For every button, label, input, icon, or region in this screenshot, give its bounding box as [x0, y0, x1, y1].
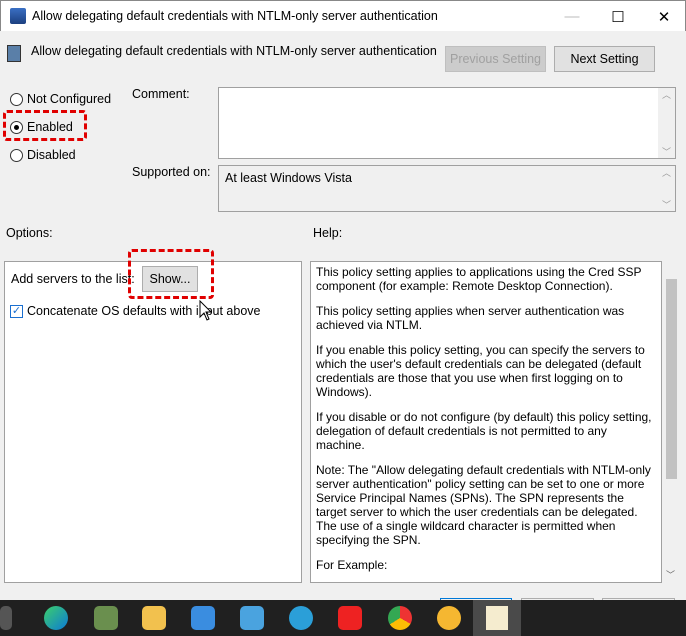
app-icon [10, 8, 26, 24]
window-title: Allow delegating default credentials wit… [32, 9, 438, 23]
file-explorer-icon[interactable] [142, 606, 166, 630]
previous-setting-button[interactable]: Previous Setting [445, 46, 546, 72]
help-text: This policy setting applies to applicati… [310, 261, 662, 583]
supported-on-label: Supported on: [132, 165, 211, 179]
scrollbar-thumb[interactable] [666, 279, 677, 479]
store-icon[interactable] [191, 606, 215, 630]
next-setting-button[interactable]: Next Setting [554, 46, 655, 72]
radio-not-configured[interactable]: Not Configured [10, 92, 111, 106]
highlight-show-button [128, 249, 214, 299]
app2-icon[interactable] [289, 606, 313, 630]
notepad-icon [486, 606, 508, 630]
edge-icon[interactable] [44, 606, 68, 630]
radio-icon [10, 92, 23, 106]
setting-name: Allow delegating default credentials wit… [31, 44, 437, 58]
minimize-button[interactable]: — [549, 1, 595, 32]
help-paragraph: For Example: [316, 558, 388, 572]
close-button[interactable]: ✕ [641, 1, 686, 32]
help-scrollbar[interactable]: ﹀ [663, 261, 680, 583]
app3-icon[interactable] [437, 606, 461, 630]
radio-label: Disabled [27, 148, 76, 162]
scrollbar[interactable]: ︿ ﹀ [658, 166, 675, 211]
notepad-taskbar-button[interactable] [473, 600, 521, 636]
highlight-enabled [3, 110, 87, 141]
help-paragraph: This policy setting applies to applicati… [316, 265, 642, 293]
task-view-icon[interactable] [0, 606, 12, 630]
options-label: Options: [6, 226, 53, 240]
options-panel: Add servers to the list: Show... ✓ Conca… [4, 261, 302, 583]
maximize-button[interactable]: ☐ [595, 1, 641, 32]
help-paragraph: If you enable this policy setting, you c… [316, 343, 645, 399]
wps-icon[interactable] [338, 606, 362, 630]
help-paragraph: This policy setting applies when server … [316, 304, 625, 332]
help-label: Help: [313, 226, 343, 240]
checkbox-checked-icon: ✓ [10, 304, 23, 318]
comment-input[interactable]: ︿ ﹀ [218, 87, 676, 159]
mouse-cursor-icon [199, 300, 213, 321]
supported-on-field: At least Windows Vista ︿ ﹀ [218, 165, 676, 212]
supported-on-value: At least Windows Vista [225, 171, 352, 185]
radio-icon [10, 148, 23, 162]
concatenate-checkbox[interactable]: ✓ Concatenate OS defaults with input abo… [10, 304, 260, 318]
app-icon[interactable] [94, 606, 118, 630]
chrome-icon[interactable] [388, 606, 412, 630]
add-servers-label: Add servers to the list: [11, 272, 135, 286]
photos-icon[interactable] [240, 606, 264, 630]
concatenate-label: Concatenate OS defaults with input above [27, 304, 261, 318]
scrollbar[interactable]: ︿ ﹀ [658, 88, 675, 158]
setting-icon [7, 45, 21, 62]
comment-label: Comment: [132, 87, 190, 101]
radio-label: Not Configured [27, 92, 112, 106]
help-paragraph: If you disable or do not configure (by d… [316, 410, 652, 452]
title-bar: Allow delegating default credentials wit… [0, 0, 686, 31]
radio-disabled[interactable]: Disabled [10, 148, 76, 162]
help-paragraph: Note: The "Allow delegating default cred… [316, 463, 651, 547]
